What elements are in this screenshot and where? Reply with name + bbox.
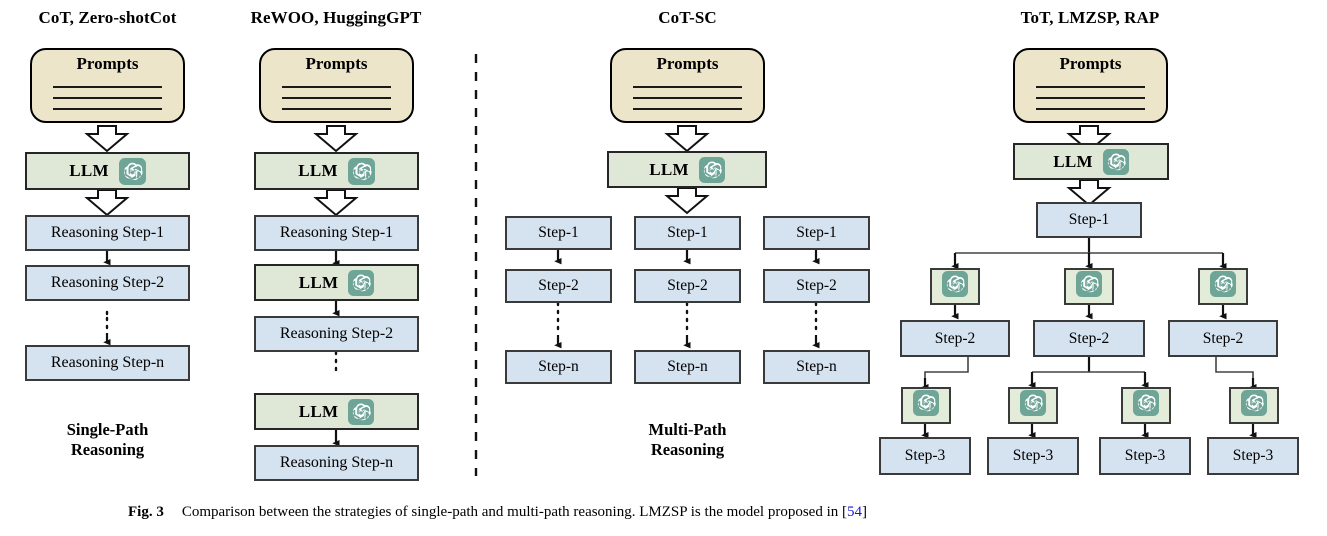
figure-caption: Fig. 3 Comparison between the strategies … [128,504,867,521]
step-box-cotsc-p3-n: Step-n [763,350,870,384]
step-box-tot-l2-3: Step-2 [1168,320,1278,357]
step-box-cot-2: Reasoning Step-2 [25,265,190,301]
openai-logo-icon [118,157,146,185]
fat-arrow-rewoo-llm-step1 [313,189,359,217]
step-box-cotsc-p1-1: Step-1 [505,216,612,250]
prompts-label: Prompts [1059,54,1122,73]
fat-arrow-cotsc-prompts-llm [664,125,710,153]
column-title-rewoo: ReWOO, HuggingGPT [250,8,422,27]
gpt-node-tot-l2-1 [930,268,980,305]
llm-label: LLM [69,161,109,180]
llm-box-rewoo-2: LLM [254,264,419,301]
step-box-rewoo-1: Reasoning Step-1 [254,215,419,251]
prompts-lines [282,86,391,119]
fat-arrow-cot-prompts-llm [84,125,130,153]
figure-caption-text: Comparison between the strategies of sin… [181,504,847,520]
column-title-tot: ToT, LMZSP, RAP [1020,8,1160,27]
prompts-lines [633,86,742,119]
openai-logo-icon [913,390,939,421]
prompts-label: Prompts [305,54,368,73]
llm-label: LLM [298,272,339,292]
step-box-tot-root: Step-1 [1036,202,1142,238]
openai-logo-icon [347,157,375,185]
step-box-cotsc-p1-n: Step-n [505,350,612,384]
openai-logo-icon [1020,390,1046,421]
prompts-box-tot: Prompts [1013,48,1168,123]
gpt-node-tot-l2-2 [1064,268,1114,305]
llm-box-cotsc: LLM [607,151,767,188]
figure-caption-tail: ] [862,504,867,520]
single-path-label: Single-Path Reasoning [0,420,215,460]
gpt-node-tot-l3-4 [1229,387,1279,424]
step-box-rewoo-n: Reasoning Step-n [254,445,419,481]
prompts-label: Prompts [656,54,719,73]
step-box-cot-n: Reasoning Step-n [25,345,190,381]
step-box-tot-l2-1: Step-2 [900,320,1010,357]
openai-logo-icon [348,398,375,425]
figure-canvas: CoT, Zero-shotCot Prompts LLM Reasoning … [0,0,1327,536]
llm-box-tot: LLM [1013,143,1169,180]
openai-logo-icon [698,156,725,183]
figure-number: Fig. 3 [128,504,164,520]
column-title-cotsc: CoT-SC [658,8,717,27]
llm-box-cot: LLM [25,152,190,190]
multi-path-label: Multi-Path Reasoning [590,420,785,460]
llm-box-rewoo-3: LLM [254,393,419,430]
column-title-cot: CoT, Zero-shotCot [38,8,177,27]
openai-logo-icon [1133,390,1159,421]
step-box-tot-l3-2: Step-3 [987,437,1079,475]
multi-path-line1: Multi-Path [648,420,727,439]
step-box-cotsc-p1-2: Step-2 [505,269,612,303]
multi-path-line2: Reasoning [650,440,725,459]
step-box-cotsc-p3-2: Step-2 [763,269,870,303]
gpt-node-tot-l2-3 [1198,268,1248,305]
openai-logo-icon [1076,271,1102,302]
llm-label: LLM [649,159,689,179]
figure-caption-reference[interactable]: 54 [847,504,862,520]
prompts-lines [1036,86,1145,119]
step-box-tot-l3-4: Step-3 [1207,437,1299,475]
openai-logo-icon [1210,271,1236,302]
step-box-cot-1: Reasoning Step-1 [25,215,190,251]
prompts-box-cot: Prompts [30,48,185,123]
openai-logo-icon [942,271,968,302]
prompts-box-rewoo: Prompts [259,48,414,123]
openai-logo-icon [1241,390,1267,421]
step-box-cotsc-p2-2: Step-2 [634,269,741,303]
llm-box-rewoo-1: LLM [254,152,419,190]
step-box-cotsc-p2-1: Step-1 [634,216,741,250]
openai-logo-icon [1102,148,1129,175]
fat-arrow-rewoo-prompts-llm [313,125,359,153]
openai-logo-icon [348,269,375,296]
gpt-node-tot-l3-2 [1008,387,1058,424]
fat-arrow-cotsc-llm-steps [664,187,710,215]
fat-arrow-cot-llm-step1 [84,189,130,217]
llm-label: LLM [298,161,338,180]
step-box-tot-l3-1: Step-3 [879,437,971,475]
step-box-cotsc-p2-n: Step-n [634,350,741,384]
single-path-line1: Single-Path [66,420,149,439]
prompts-box-cotsc: Prompts [610,48,765,123]
gpt-node-tot-l3-1 [901,387,951,424]
prompts-lines [53,86,162,119]
prompts-label: Prompts [76,54,139,73]
single-path-line2: Reasoning [70,440,145,459]
step-box-tot-l2-2: Step-2 [1033,320,1145,357]
step-box-tot-l3-3: Step-3 [1099,437,1191,475]
step-box-cotsc-p3-1: Step-1 [763,216,870,250]
step-box-rewoo-2: Reasoning Step-2 [254,316,419,352]
gpt-node-tot-l3-3 [1121,387,1171,424]
llm-label: LLM [1053,151,1093,171]
llm-label: LLM [298,401,339,421]
